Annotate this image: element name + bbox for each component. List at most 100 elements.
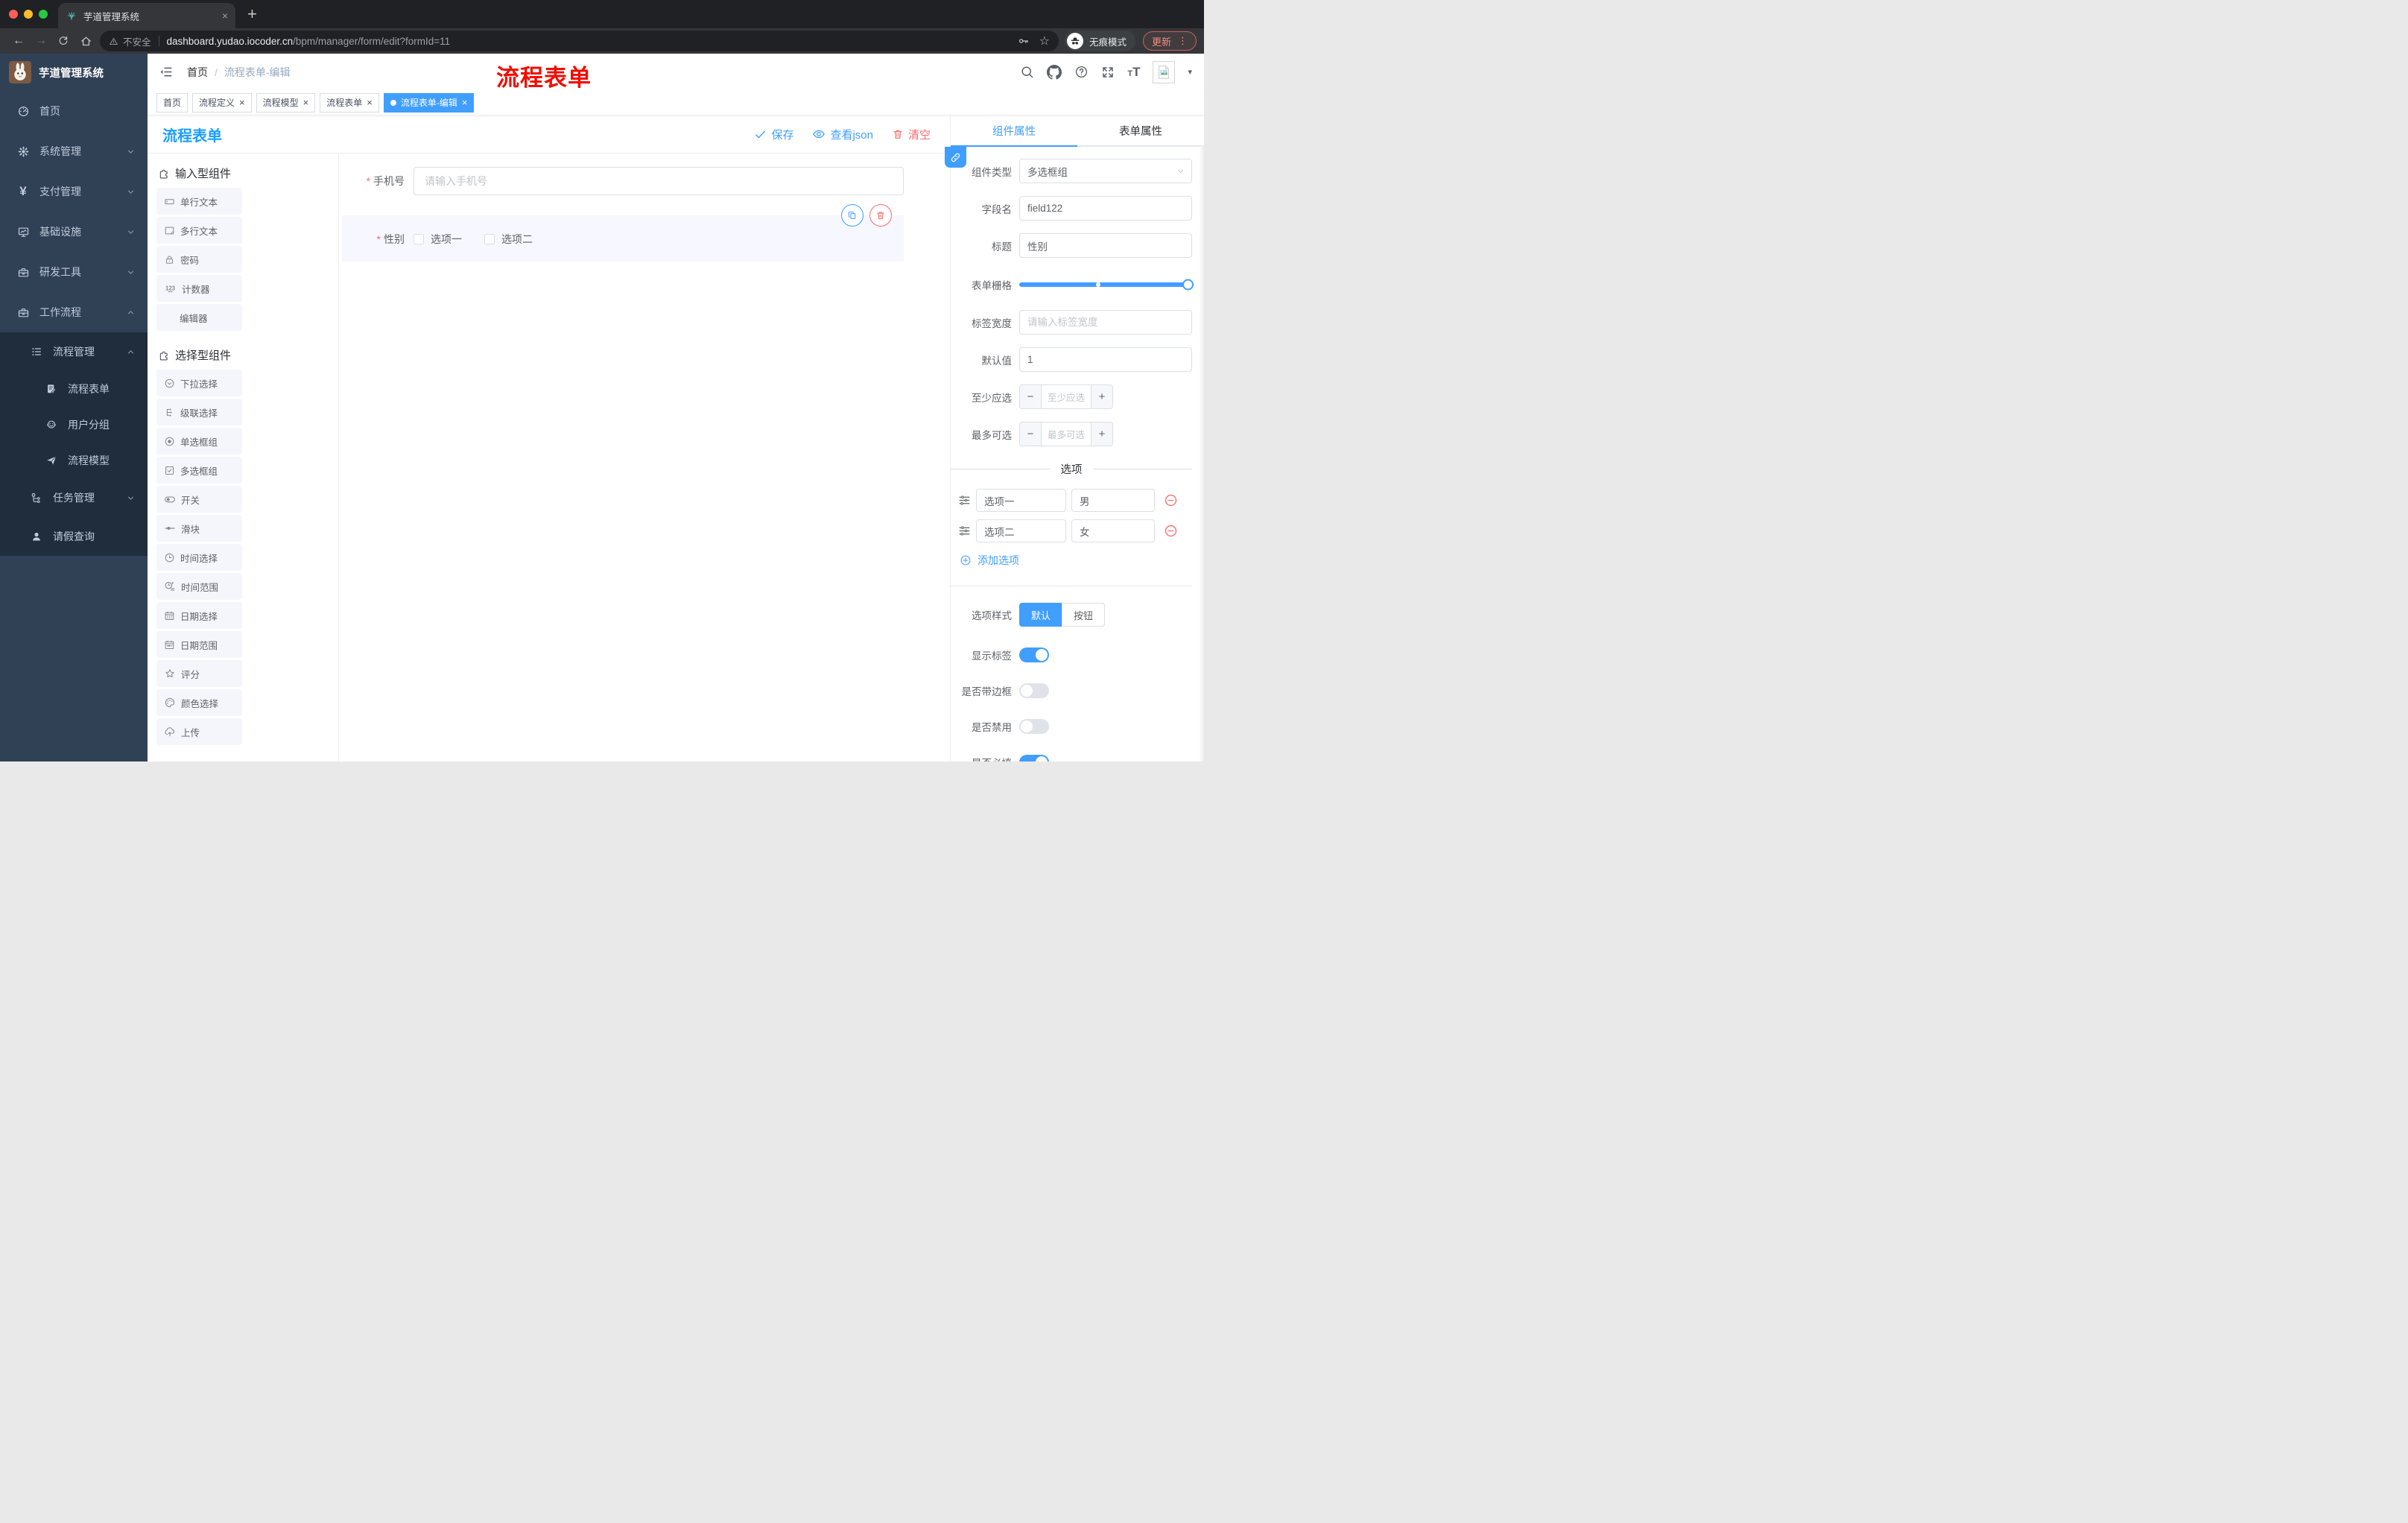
close-icon[interactable] [367,98,373,108]
bookmark-star-icon[interactable]: ☆ [1039,34,1050,48]
tab-component-props[interactable]: 组件属性 [951,115,1077,147]
palette-item-upload[interactable]: 上传 [156,718,242,745]
field-name-input[interactable] [1019,196,1192,221]
home-button[interactable] [75,35,97,48]
required-toggle[interactable] [1019,755,1049,762]
increase-button[interactable] [1091,385,1112,408]
remove-option-button[interactable] [1164,524,1178,538]
github-icon[interactable] [1047,65,1062,80]
avatar[interactable] [1153,60,1176,83]
tag-process-form-edit[interactable]: 流程表单-编辑 [383,92,475,113]
style-default-button[interactable]: 默认 [1019,603,1062,627]
drag-handle-icon[interactable] [958,525,971,537]
search-icon[interactable] [1020,65,1034,79]
fullscreen-icon[interactable] [1101,66,1115,79]
tag-home[interactable]: 首页 [156,92,188,113]
option-2-label-input[interactable] [976,519,1066,542]
default-value-input[interactable] [1019,347,1192,372]
palette-item-color-picker[interactable]: 颜色选择 [156,689,242,716]
disabled-toggle[interactable] [1019,719,1049,734]
browser-menu-icon[interactable] [1178,35,1188,47]
close-icon[interactable] [303,98,309,108]
sidebar-item-process-form[interactable]: 流程表单 [0,371,148,407]
option-2-value-input[interactable] [1071,519,1155,542]
sidebar-item-leave-query[interactable]: 请假查询 [0,517,148,556]
border-toggle[interactable] [1019,683,1049,698]
save-button[interactable]: 保存 [754,127,793,142]
decrease-button[interactable] [1020,385,1042,408]
option-1-label-input[interactable] [976,489,1066,512]
palette-item-multi-text[interactable]: 多行文本 [156,217,242,244]
palette-item-radio-group[interactable]: 单选框组 [156,428,242,455]
close-tab-icon[interactable]: × [222,10,228,22]
sidebar-item-process-model[interactable]: 流程模型 [0,443,148,478]
checkbox-icon[interactable] [414,234,424,244]
slider-handle[interactable] [1182,279,1194,291]
font-size-icon[interactable]: TT [1127,65,1140,80]
clear-button[interactable]: 清空 [892,127,931,142]
palette-item-date-picker[interactable]: 日期选择 [156,602,242,629]
checkbox-icon[interactable] [484,234,495,244]
canvas-field-phone[interactable]: 手机号 [342,167,904,195]
sidebar-item-home[interactable]: 首页 [0,91,148,131]
reload-button[interactable] [52,35,75,47]
show-label-toggle[interactable] [1019,647,1049,662]
canvas-field-gender-selected[interactable]: 性别 选项一 选项二 [342,204,904,262]
palette-item-switch[interactable]: 开关 [156,486,242,513]
min-select-placeholder[interactable]: 至少应选 [1042,385,1091,408]
tag-process-form[interactable]: 流程表单 [320,92,379,113]
add-option-button[interactable]: 添加选项 [960,553,1192,568]
palette-item-single-text[interactable]: 单行文本 [156,188,242,215]
sidebar-item-system[interactable]: 系统管理 [0,131,148,171]
tag-process-definition[interactable]: 流程定义 [192,92,252,113]
breadcrumb-home[interactable]: 首页 [187,65,208,80]
style-button-button[interactable]: 按钮 [1062,603,1106,627]
sidebar-item-payment[interactable]: ¥ 支付管理 [0,171,148,212]
sidebar-item-user-group[interactable]: 用户分组 [0,407,148,443]
palette-item-slider[interactable]: 滑块 [156,515,242,542]
copy-component-button[interactable] [841,204,864,227]
view-json-button[interactable]: 查看json [812,127,873,142]
tag-process-model[interactable]: 流程模型 [256,92,316,113]
gender-option-1[interactable]: 选项一 [414,232,462,247]
new-tab-button[interactable]: + [247,4,257,24]
palette-item-time-range[interactable]: 时间范围 [156,573,242,600]
help-icon[interactable] [1074,65,1089,79]
back-button[interactable] [7,34,30,48]
max-select-placeholder[interactable]: 最多可选 [1042,422,1091,446]
grid-slider[interactable] [1019,279,1194,291]
palette-item-select[interactable]: 下拉选择 [156,370,242,396]
browser-tab[interactable]: 芋道管理系统 × [58,3,235,28]
palette-item-time-picker[interactable]: 时间选择 [156,544,242,571]
caret-down-icon[interactable]: ▾ [1188,67,1192,77]
option-1-value-input[interactable] [1071,489,1155,512]
palette-item-rate[interactable]: 评分 [156,660,242,687]
sidebar-item-workflow[interactable]: 工作流程 [0,292,148,332]
component-type-select[interactable] [1019,159,1192,183]
decrease-button[interactable] [1020,422,1042,446]
chrome-update-button[interactable]: 更新 [1142,31,1197,51]
minimize-window-button[interactable] [24,10,33,19]
sidebar-item-process-mgmt[interactable]: 流程管理 [0,332,148,371]
drag-handle-icon[interactable] [958,494,971,507]
close-icon[interactable] [239,98,245,108]
sidebar-item-infra[interactable]: 基础设施 [0,212,148,252]
password-key-icon[interactable] [1018,35,1030,47]
zoom-window-button[interactable] [39,10,48,19]
palette-item-password[interactable]: 密码 [156,246,242,273]
window-controls[interactable] [9,10,48,19]
tab-form-props[interactable]: 表单属性 [1077,115,1204,147]
remove-option-button[interactable] [1164,493,1178,507]
close-icon[interactable] [462,98,468,108]
sidebar-item-task-mgmt[interactable]: 任务管理 [0,478,148,517]
palette-item-editor[interactable]: 编辑器 [156,304,242,331]
link-tab[interactable] [945,147,966,168]
label-width-input[interactable] [1019,310,1192,335]
forward-button[interactable] [30,34,52,48]
phone-input[interactable] [414,167,904,195]
palette-item-counter[interactable]: 计数器 [156,275,242,302]
delete-component-button[interactable] [869,204,892,227]
increase-button[interactable] [1091,422,1112,446]
close-window-button[interactable] [9,10,18,19]
palette-item-date-range[interactable]: 日期范围 [156,631,242,658]
